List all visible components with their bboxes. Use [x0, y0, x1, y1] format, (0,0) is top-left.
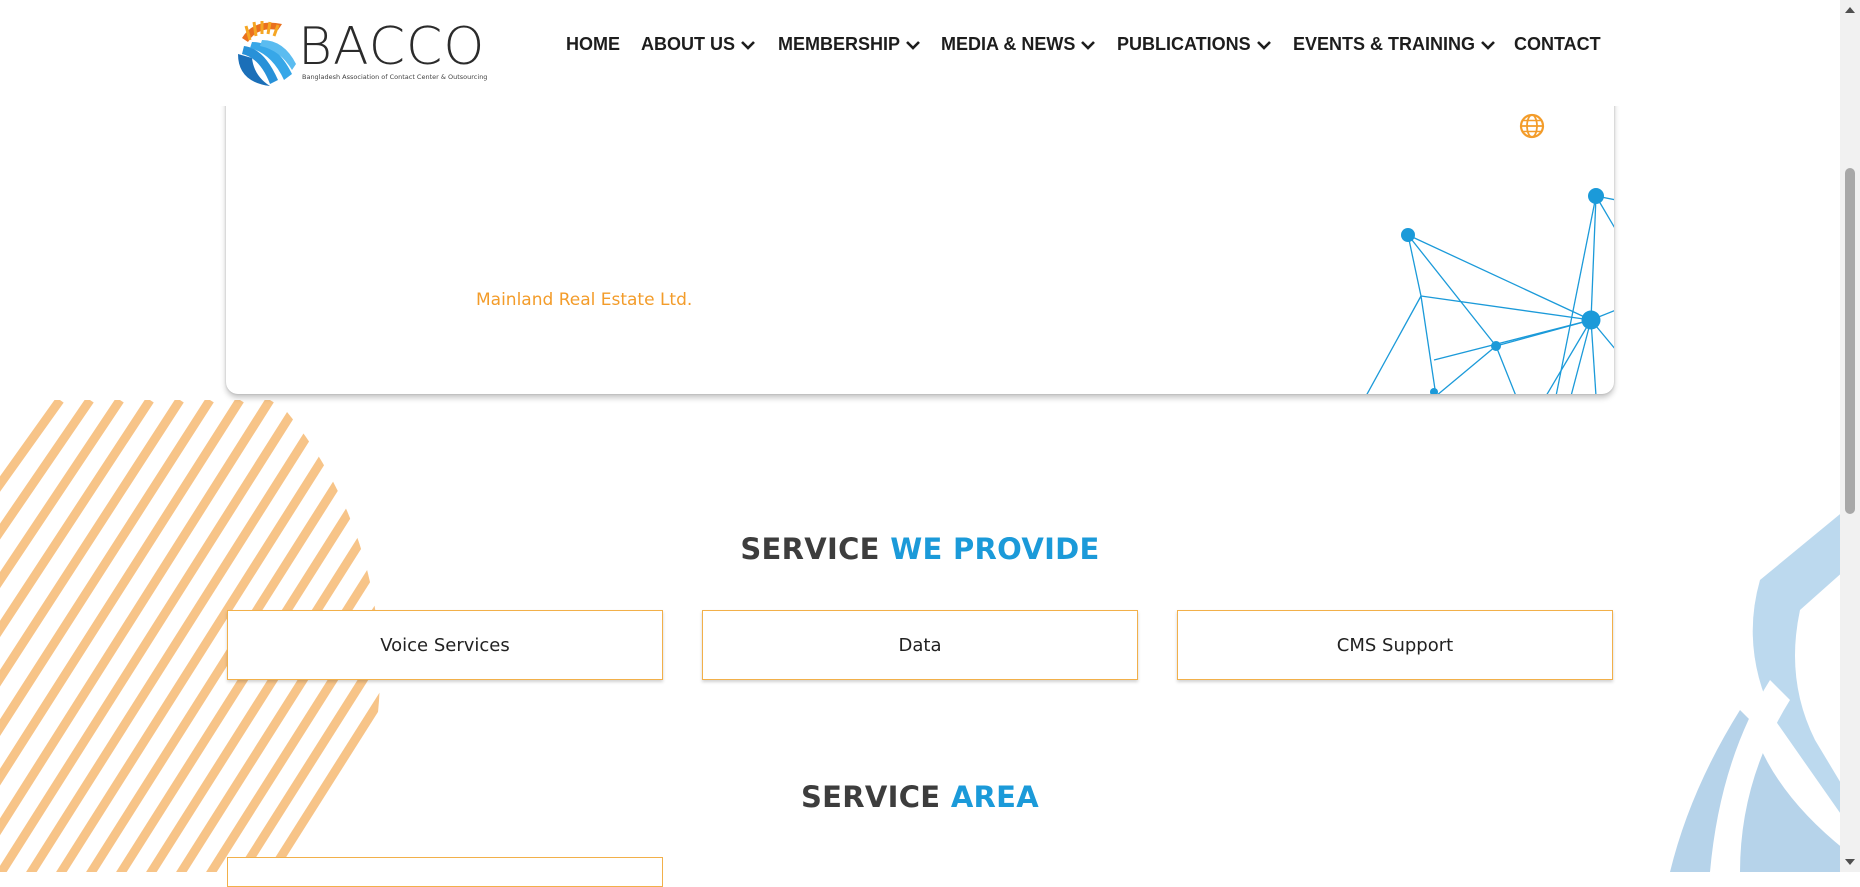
chevron-down-icon: [1256, 40, 1271, 50]
heading-part-dark: SERVICE: [800, 780, 941, 814]
chevron-down-icon: [1481, 40, 1495, 50]
service-area-heading: SERVICE AREA: [0, 780, 1840, 814]
nav-about-us[interactable]: ABOUT US: [641, 34, 756, 55]
chevron-down-icon: [1081, 40, 1096, 50]
nav-publications[interactable]: PUBLICATIONS: [1117, 34, 1272, 55]
nav-contact-label: CONTACT: [1514, 34, 1601, 54]
vertical-scrollbar[interactable]: [1840, 0, 1860, 872]
nav-about-us-label: ABOUT US: [641, 34, 735, 54]
nav-membership-label: MEMBERSHIP: [778, 34, 901, 54]
network-graphic: [1366, 188, 1614, 394]
nav-home-label: HOME: [566, 34, 620, 54]
nav-publications-label: PUBLICATIONS: [1117, 34, 1251, 54]
scrollbar-thumb[interactable]: [1845, 168, 1855, 514]
nav-media-news-label: MEDIA & NEWS: [941, 34, 1076, 54]
scroll-down-arrow-icon[interactable]: [1844, 856, 1856, 868]
site-header: BACCO Bangladesh Association of Contact …: [0, 0, 1840, 106]
service-item-label: Data: [898, 634, 942, 656]
service-item-data[interactable]: Data: [702, 610, 1138, 680]
nav-membership[interactable]: MEMBERSHIP: [778, 34, 921, 55]
nav-contact[interactable]: CONTACT: [1514, 34, 1601, 55]
heading-part-dark: SERVICE: [740, 532, 880, 566]
nav-home[interactable]: HOME: [566, 34, 620, 55]
scroll-up-arrow-icon[interactable]: [1844, 4, 1856, 16]
globe-icon[interactable]: [1518, 112, 1546, 140]
nav-events-training-label: EVENTS & TRAINING: [1293, 34, 1476, 54]
service-item-label: Voice Services: [380, 634, 510, 656]
services-provided-heading: SERVICE WE PROVIDE: [0, 532, 1840, 566]
bacco-logo[interactable]: BACCO Bangladesh Association of Contact …: [234, 16, 487, 86]
heading-part-blue: AREA: [950, 780, 1040, 814]
logo-tagline: Bangladesh Association of Contact Center…: [302, 73, 488, 81]
service-item-cms-support[interactable]: CMS Support: [1177, 610, 1613, 680]
member-profile-card: Mainland Real Estate Ltd.: [226, 60, 1614, 394]
nav-events-training[interactable]: EVENTS & TRAINING: [1293, 34, 1496, 55]
logo-wordmark: BACCO: [298, 17, 486, 77]
company-name: Mainland Real Estate Ltd.: [476, 290, 693, 310]
service-area-item[interactable]: [227, 857, 663, 887]
chevron-down-icon: [741, 40, 755, 50]
service-item-voice[interactable]: Voice Services: [227, 610, 663, 680]
heading-part-blue: WE PROVIDE: [890, 532, 1100, 566]
chevron-down-icon: [906, 40, 920, 50]
nav-media-news[interactable]: MEDIA & NEWS: [941, 34, 1096, 55]
service-item-label: CMS Support: [1336, 634, 1454, 656]
logo-mark-icon: [238, 21, 296, 86]
